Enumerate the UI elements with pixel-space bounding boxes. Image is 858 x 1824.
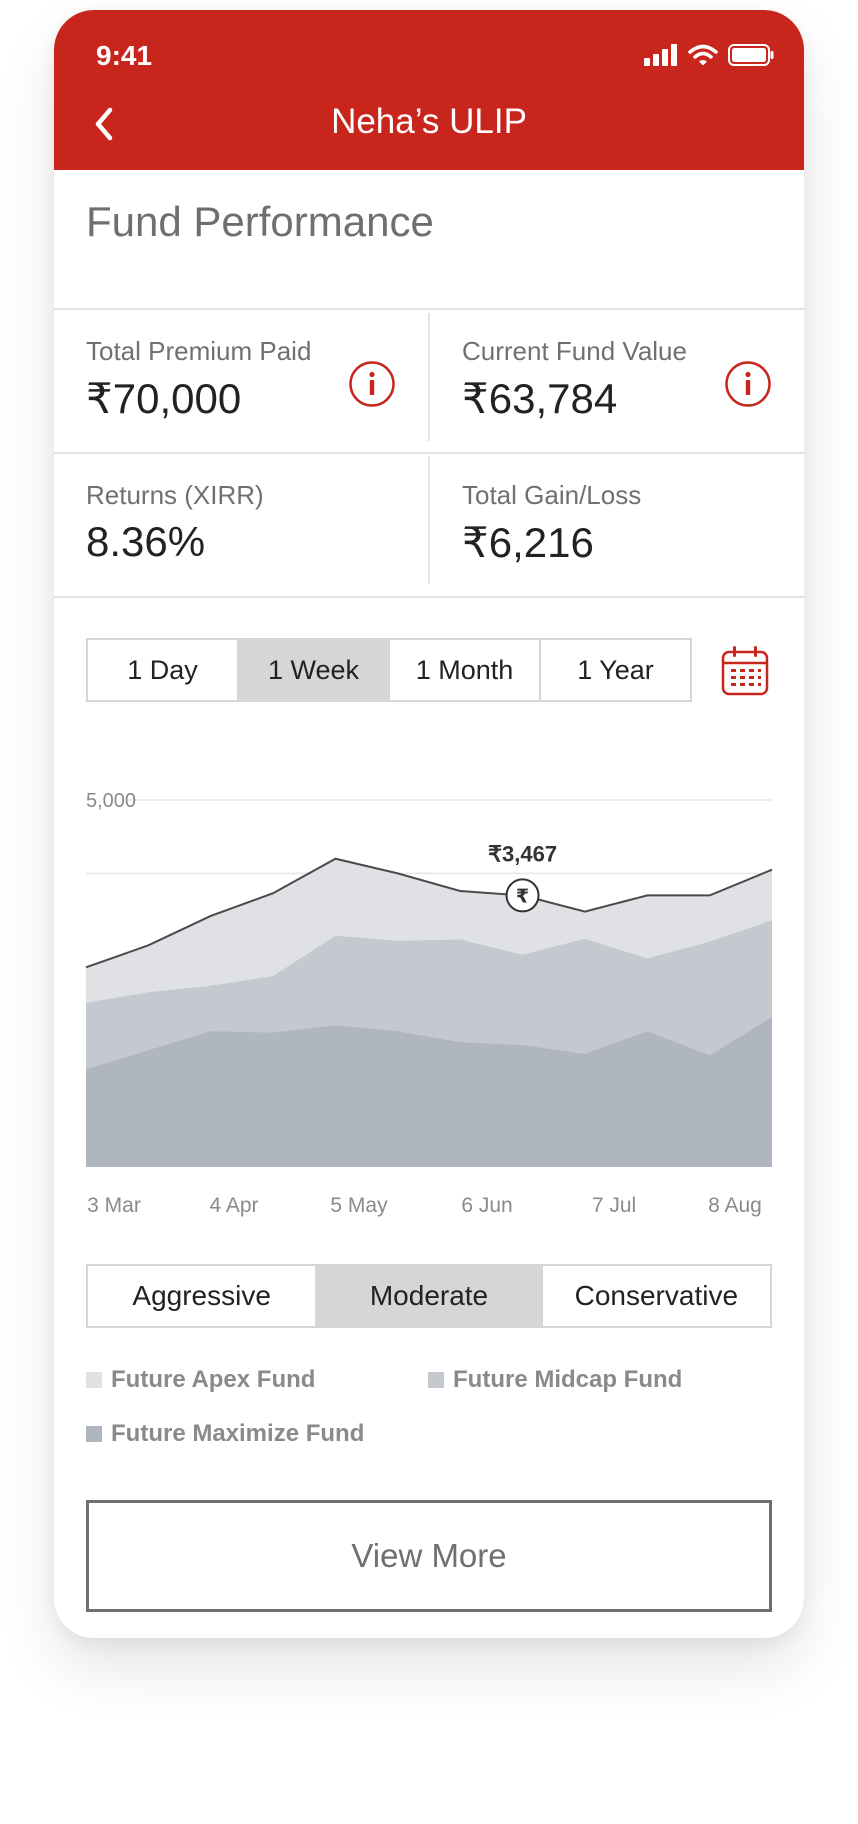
x-tick-label: 7 Jul	[592, 1194, 636, 1217]
period-tab-1-year[interactable]: 1 Year	[541, 640, 690, 700]
current-value-label: Current Fund Value	[462, 336, 687, 366]
section-title: Fund Performance	[86, 198, 434, 245]
x-tick-label: 3 Mar	[87, 1194, 141, 1217]
series-area-future-maximize-fund	[86, 1017, 772, 1167]
legend-swatch	[86, 1426, 102, 1442]
period-tab-1-week[interactable]: 1 Week	[239, 640, 390, 700]
risk-tab-moderate[interactable]: Moderate	[315, 1266, 543, 1326]
total-premium-value: ₹70,000	[86, 375, 242, 422]
info-icon[interactable]	[724, 360, 772, 408]
wifi-icon	[688, 44, 718, 66]
period-tab-1-day[interactable]: 1 Day	[88, 640, 239, 700]
fund-performance-chart: 5,000 ₹ ₹3,467 3 Mar 4 Apr 5 May 6 Jun 7 Jul 8 A…	[85, 790, 773, 1217]
risk-tab-conservative[interactable]: Conservative	[543, 1266, 770, 1326]
risk-selector: Aggressive Moderate Conservative	[86, 1264, 772, 1328]
x-tick-label: 5 May	[330, 1194, 388, 1217]
legend-label: Future Apex Fund	[111, 1366, 316, 1393]
period-tab-1-month[interactable]: 1 Month	[390, 640, 541, 700]
legend-item-midcap: Future Midcap Fund	[428, 1366, 682, 1394]
divider	[54, 596, 804, 598]
status-time: 9:41	[96, 40, 153, 71]
total-premium-label: Total Premium Paid	[86, 336, 312, 366]
legend-label: Future Maximize Fund	[111, 1420, 365, 1447]
gain-label: Total Gain/Loss	[462, 480, 642, 510]
legend-item-apex: Future Apex Fund	[86, 1366, 315, 1394]
legend-item-maximize: Future Maximize Fund	[86, 1420, 364, 1448]
data-point-label: ₹3,467	[488, 841, 557, 866]
x-tick-label: 6 Jun	[461, 1194, 512, 1217]
returns-value: 8.36%	[86, 518, 206, 565]
page-title: Neha’s ULIP	[331, 102, 527, 141]
calendar-icon[interactable]	[721, 644, 769, 696]
y-tick-label: 5,000	[86, 790, 136, 812]
risk-tab-aggressive[interactable]: Aggressive	[88, 1266, 315, 1326]
period-selector: 1 Day 1 Week 1 Month 1 Year	[86, 638, 692, 702]
header-bar: 9:41 Neha’s ULIP	[54, 10, 804, 170]
gain-value: ₹6,216	[462, 519, 594, 566]
rupee-marker-icon: ₹	[516, 885, 529, 907]
divider	[54, 308, 804, 310]
info-icon[interactable]	[348, 360, 396, 408]
returns-label: Returns (XIRR)	[86, 480, 264, 510]
legend-label: Future Midcap Fund	[453, 1366, 683, 1393]
battery-icon	[728, 44, 774, 66]
divider	[54, 452, 804, 454]
x-tick-label: 4 Apr	[209, 1194, 258, 1217]
signal-icon	[644, 44, 677, 66]
current-value-value: ₹63,784	[462, 375, 618, 422]
divider	[428, 313, 430, 441]
legend-swatch	[428, 1372, 444, 1388]
status-icons	[644, 44, 774, 66]
divider	[428, 456, 430, 584]
phone-screen: 9:41 Neha’s ULIP Fund Performance Total …	[54, 10, 804, 1638]
view-more-button[interactable]: View More	[86, 1500, 772, 1612]
legend-swatch	[86, 1372, 102, 1388]
x-tick-label: 8 Aug	[708, 1194, 762, 1217]
